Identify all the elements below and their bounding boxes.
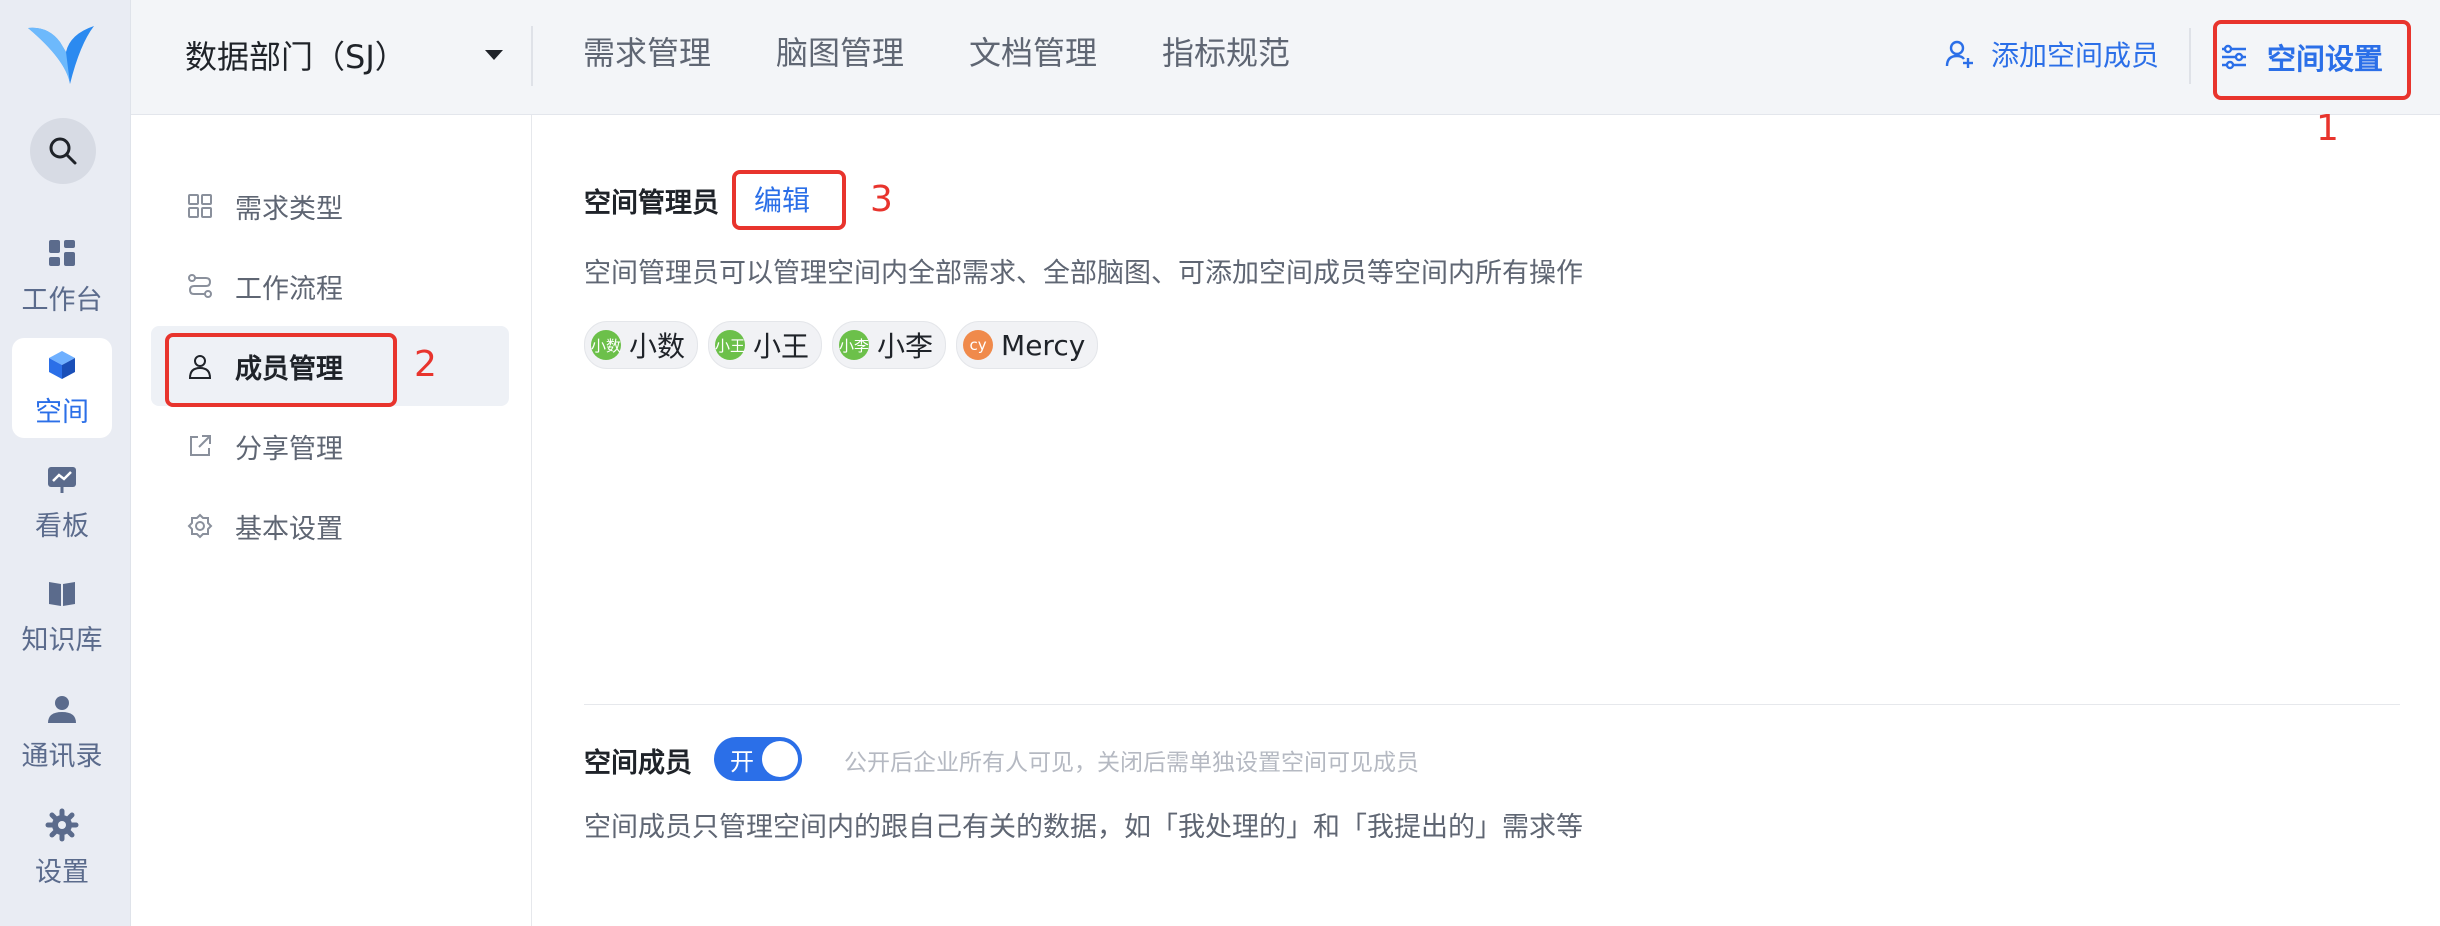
avatar: 小数: [591, 330, 621, 360]
toggle-knob: [762, 741, 798, 777]
avatar: 小王: [715, 330, 745, 360]
grid-icon: [188, 194, 212, 218]
add-space-member-button[interactable]: 添加空间成员: [1945, 34, 2159, 74]
global-search-button[interactable]: [30, 118, 96, 184]
member-name: 小王: [753, 330, 810, 363]
highlight-box-2: [165, 333, 397, 407]
sidebar-item-label: 需求类型: [235, 193, 343, 225]
tab-metrics[interactable]: 指标规范: [1162, 30, 1290, 76]
tab-mindmaps[interactable]: 脑图管理: [776, 30, 904, 76]
chevron-down-icon[interactable]: [485, 50, 503, 60]
tab-requirements[interactable]: 需求管理: [583, 30, 711, 76]
rail-item-label: 空间: [35, 396, 89, 428]
rail-item-workbench[interactable]: 工作台: [12, 226, 112, 326]
divider: [2189, 28, 2191, 84]
member-tag[interactable]: 小王 小王: [708, 321, 823, 369]
admin-member-list: 小数 小数 小王 小王 小李 小李 cy Mercy: [584, 321, 1108, 369]
rail-item-label: 设置: [35, 856, 89, 888]
cube-icon: [49, 350, 75, 379]
rail-item-space[interactable]: 空间: [12, 338, 112, 438]
book-icon: [49, 581, 75, 606]
sidebar-item-workflow[interactable]: 工作流程: [151, 246, 509, 326]
add-user-icon: [1945, 40, 1973, 68]
member-name: 小数: [629, 330, 686, 363]
rail-item-label: 看板: [35, 510, 89, 542]
rail-item-label: 知识库: [21, 624, 103, 656]
public-visibility-toggle[interactable]: 开: [714, 737, 802, 781]
rail-item-contacts[interactable]: 通讯录: [12, 682, 112, 782]
dashboard-icon: [49, 239, 75, 266]
contacts-icon: [48, 695, 76, 723]
workflow-icon: [188, 274, 212, 298]
space-members-title: 空间成员: [584, 748, 692, 779]
space-name: 数据部门（SJ）: [185, 38, 407, 76]
top-nav: 需求管理 脑图管理 文档管理 指标规范: [583, 30, 1355, 76]
annotation-number-3: 3: [870, 179, 893, 220]
rail-item-label: 工作台: [21, 284, 103, 316]
divider: [531, 26, 533, 86]
tab-documents[interactable]: 文档管理: [969, 30, 1097, 76]
member-name: 小李: [877, 330, 934, 363]
rail-item-settings[interactable]: 设置: [12, 798, 112, 898]
highlight-box-1: [2213, 20, 2411, 100]
search-icon: [49, 137, 77, 165]
annotation-number-2: 2: [414, 344, 437, 385]
highlight-box-3: [732, 170, 846, 230]
gear-icon: [45, 808, 79, 841]
avatar: cy: [963, 330, 994, 360]
sidebar-item-label: 工作流程: [235, 273, 343, 305]
member-name: Mercy: [1001, 328, 1086, 362]
main-content: 空间管理员 编辑 3 空间管理员可以管理空间内全部需求、全部脑图、可添加空间成员…: [532, 115, 2440, 926]
avatar: 小李: [839, 330, 869, 360]
rail-item-label: 通讯录: [21, 740, 103, 772]
gear-icon: [187, 513, 213, 539]
toggle-label: 开: [730, 747, 754, 776]
section-divider: [584, 704, 2400, 705]
sidebar-item-requirement-types[interactable]: 需求类型: [151, 166, 509, 246]
sidebar-item-label: 分享管理: [235, 433, 343, 465]
member-tag[interactable]: 小李 小李: [832, 321, 947, 369]
rail-item-board[interactable]: 看板: [12, 452, 112, 552]
sidebar-item-basic-settings[interactable]: 基本设置: [151, 486, 509, 566]
settings-sidebar: 需求类型 工作流程 成员管理 分享管理 基本设置: [131, 115, 532, 926]
sidebar-item-label: 基本设置: [235, 513, 343, 545]
space-members-description: 空间成员只管理空间内的跟自己有关的数据，如「我处理的」和「我提出的」需求等: [584, 812, 1583, 843]
rail-item-knowledge[interactable]: 知识库: [12, 566, 112, 666]
space-selector[interactable]: 数据部门（SJ）: [185, 30, 407, 80]
add-member-label: 添加空间成员: [1991, 39, 2160, 72]
member-tag[interactable]: 小数 小数: [584, 321, 699, 369]
space-admin-description: 空间管理员可以管理空间内全部需求、全部脑图、可添加空间成员等空间内所有操作: [584, 258, 1583, 289]
app-logo[interactable]: [26, 22, 96, 88]
sidebar-item-share-management[interactable]: 分享管理: [151, 406, 509, 486]
top-header: 数据部门（SJ） 需求管理 脑图管理 文档管理 指标规范 添加空间成员 空间设置: [131, 0, 2440, 115]
space-admin-title: 空间管理员: [584, 188, 719, 219]
share-icon: [190, 435, 211, 456]
chart-board-icon: [48, 466, 76, 493]
visibility-hint: 公开后企业所有人可见，关闭后需单独设置空间可见成员: [844, 750, 1419, 776]
member-tag[interactable]: cy Mercy: [956, 321, 1099, 369]
left-rail: 工作台 空间 看板 知识库 通讯录 设置: [0, 0, 131, 926]
